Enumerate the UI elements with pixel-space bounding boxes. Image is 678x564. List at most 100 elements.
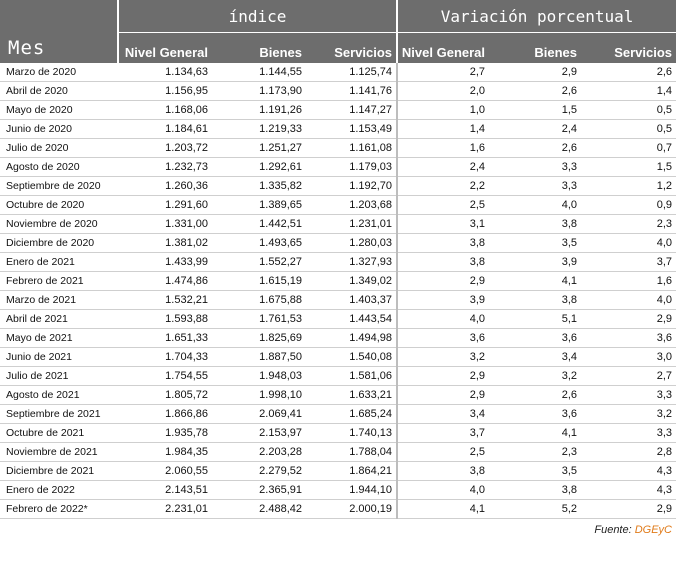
indice-bienes-cell: 1.825,69	[212, 328, 306, 348]
group-header-variacion: Variación porcentual	[397, 0, 677, 33]
variacion-bienes-cell: 3,3	[489, 176, 582, 196]
indice-bienes-cell: 1.761,53	[212, 309, 306, 329]
source-name: DGEyC	[634, 524, 672, 536]
month-cell: Octubre de 2021	[0, 423, 118, 443]
month-cell: Diciembre de 2021	[0, 461, 118, 481]
month-cell: Marzo de 2021	[0, 290, 118, 310]
variacion-nivel-general-cell: 1,0	[397, 100, 490, 120]
variacion-nivel-general-cell: 4,0	[397, 309, 490, 329]
variacion-bienes-cell: 5,1	[489, 309, 582, 329]
variacion-nivel-general-cell: 2,2	[397, 176, 490, 196]
table-row: Noviembre de 2020 1.331,00 1.442,51 1.231,0…	[0, 214, 677, 234]
indice-servicios-cell: 1.141,76	[306, 81, 399, 101]
table-row: Febrero de 2021 1.474,86 1.615,19 1.349,02 2…	[0, 271, 677, 291]
indice-nivel-general-cell: 1.291,60	[118, 195, 212, 215]
table-row: Agosto de 2020 1.232,73 1.292,61 1.179,03 2,…	[0, 157, 677, 177]
variacion-nivel-general-cell: 3,9	[397, 290, 490, 310]
variacion-servicios-cell: 4,3	[581, 461, 677, 481]
indice-nivel-general-cell: 2.060,55	[118, 461, 212, 481]
variacion-servicios-cell: 1,4	[581, 81, 677, 101]
variacion-servicios-cell: 2,7	[581, 366, 677, 386]
variacion-bienes-cell: 3,4	[489, 347, 582, 367]
indice-nivel-general-cell: 1.805,72	[118, 385, 212, 405]
variacion-bienes-cell: 3,5	[489, 461, 582, 481]
variacion-bienes-cell: 4,1	[489, 423, 582, 443]
indice-bienes-cell: 1.887,50	[212, 347, 306, 367]
variacion-bienes-cell: 1,5	[489, 100, 582, 120]
variacion-nivel-general-cell: 3,8	[397, 252, 490, 272]
variacion-servicios-cell: 0,9	[581, 195, 677, 215]
indice-servicios-cell: 1.125,74	[306, 63, 399, 82]
table-row: Junio de 2021 1.704,33 1.887,50 1.540,08 3,2…	[0, 347, 677, 367]
column-header-mes: Mes	[0, 0, 119, 63]
column-header-indice-nivel-general: Nivel General	[118, 32, 212, 63]
indice-servicios-cell: 1.349,02	[306, 271, 399, 291]
variacion-bienes-cell: 2,6	[489, 385, 582, 405]
indice-nivel-general-cell: 1.260,36	[118, 176, 212, 196]
variacion-servicios-cell: 2,8	[581, 442, 677, 462]
variacion-nivel-general-cell: 3,8	[397, 461, 490, 481]
month-cell: Enero de 2021	[0, 252, 118, 272]
month-cell: Abril de 2021	[0, 309, 118, 329]
table-body: Marzo de 2020 1.134,63 1.144,55 1.125,74 2,7…	[0, 63, 677, 519]
indice-servicios-cell: 1.161,08	[306, 138, 399, 158]
source-note: Fuente: DGEyC	[594, 524, 672, 536]
variacion-servicios-cell: 2,9	[581, 309, 677, 329]
variacion-servicios-cell: 2,9	[581, 499, 677, 519]
indice-nivel-general-cell: 1.168,06	[118, 100, 212, 120]
variacion-nivel-general-cell: 3,4	[397, 404, 490, 424]
indice-servicios-cell: 1.864,21	[306, 461, 399, 481]
variacion-bienes-cell: 3,9	[489, 252, 582, 272]
month-cell: Mayo de 2020	[0, 100, 118, 120]
indice-bienes-cell: 1.219,33	[212, 119, 306, 139]
table-row: Agosto de 2021 1.805,72 1.998,10 1.633,21 2,…	[0, 385, 677, 405]
table-row: Febrero de 2022* 2.231,01 2.488,42 2.000,19…	[0, 499, 677, 519]
variacion-servicios-cell: 3,3	[581, 385, 677, 405]
indice-nivel-general-cell: 1.203,72	[118, 138, 212, 158]
variacion-bienes-cell: 3,5	[489, 233, 582, 253]
variacion-servicios-cell: 0,5	[581, 119, 677, 139]
indice-bienes-cell: 1.675,88	[212, 290, 306, 310]
variacion-nivel-general-cell: 2,0	[397, 81, 490, 101]
indice-nivel-general-cell: 1.474,86	[118, 271, 212, 291]
column-header-indice-servicios: Servicios	[306, 32, 399, 63]
indice-bienes-cell: 1.292,61	[212, 157, 306, 177]
price-index-table: Mes índice Variación porcentual Nivel Ge…	[0, 0, 677, 519]
indice-servicios-cell: 2.000,19	[306, 499, 399, 519]
variacion-bienes-cell: 2,3	[489, 442, 582, 462]
variacion-bienes-cell: 3,6	[489, 328, 582, 348]
variacion-bienes-cell: 2,4	[489, 119, 582, 139]
indice-bienes-cell: 1.442,51	[212, 214, 306, 234]
indice-nivel-general-cell: 1.532,21	[118, 290, 212, 310]
variacion-nivel-general-cell: 1,6	[397, 138, 490, 158]
indice-servicios-cell: 1.944,10	[306, 480, 399, 500]
variacion-servicios-cell: 3,0	[581, 347, 677, 367]
indice-nivel-general-cell: 1.232,73	[118, 157, 212, 177]
indice-nivel-general-cell: 1.184,61	[118, 119, 212, 139]
variacion-bienes-cell: 3,8	[489, 480, 582, 500]
variacion-nivel-general-cell: 3,2	[397, 347, 490, 367]
table-row: Abril de 2020 1.156,95 1.173,90 1.141,76 2,0…	[0, 81, 677, 101]
indice-bienes-cell: 1.948,03	[212, 366, 306, 386]
indice-nivel-general-cell: 2.143,51	[118, 480, 212, 500]
month-cell: Noviembre de 2021	[0, 442, 118, 462]
indice-servicios-cell: 1.179,03	[306, 157, 399, 177]
variacion-bienes-cell: 2,6	[489, 138, 582, 158]
indice-bienes-cell: 1.173,90	[212, 81, 306, 101]
indice-nivel-general-cell: 1.866,86	[118, 404, 212, 424]
indice-bienes-cell: 1.998,10	[212, 385, 306, 405]
month-cell: Julio de 2021	[0, 366, 118, 386]
variacion-bienes-cell: 3,6	[489, 404, 582, 424]
variacion-nivel-general-cell: 1,4	[397, 119, 490, 139]
variacion-servicios-cell: 3,2	[581, 404, 677, 424]
month-cell: Febrero de 2021	[0, 271, 118, 291]
indice-bienes-cell: 2.069,41	[212, 404, 306, 424]
variacion-nivel-general-cell: 2,4	[397, 157, 490, 177]
variacion-nivel-general-cell: 3,8	[397, 233, 490, 253]
variacion-nivel-general-cell: 2,7	[397, 63, 490, 82]
indice-nivel-general-cell: 1.593,88	[118, 309, 212, 329]
indice-servicios-cell: 1.494,98	[306, 328, 399, 348]
variacion-bienes-cell: 2,6	[489, 81, 582, 101]
month-cell: Enero de 2022	[0, 480, 118, 500]
column-header-indice-bienes: Bienes	[212, 32, 306, 63]
